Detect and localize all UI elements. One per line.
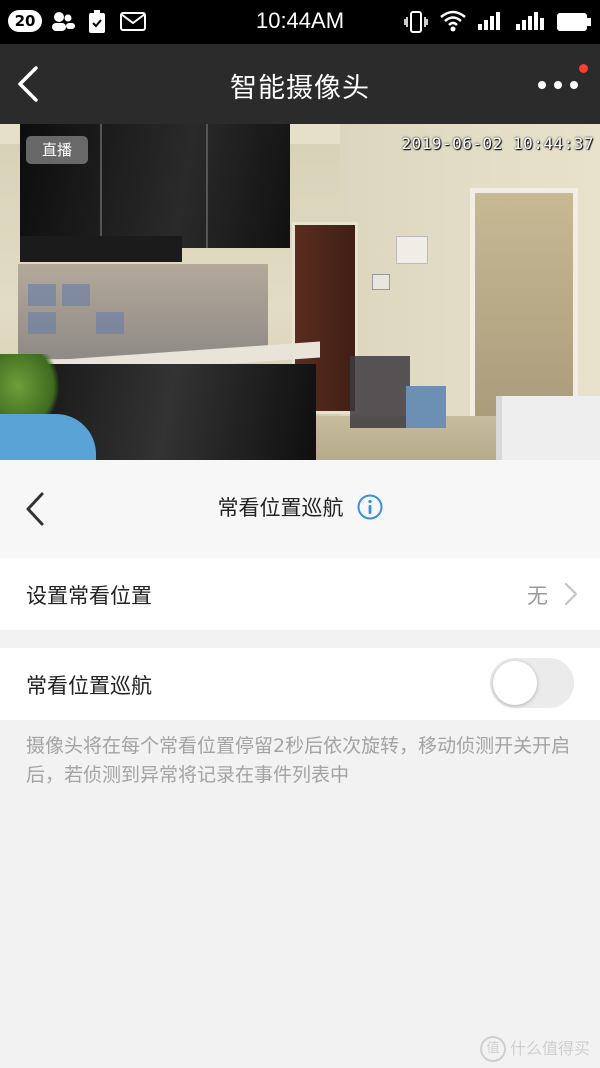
watermark: 值什么值得买 [479,1035,590,1062]
chevron-right-icon [564,582,578,606]
cruise-row: 常看位置巡航 [0,648,600,720]
feed-timestamp: 2019-06-02 10:44:37 [401,134,594,153]
tile [62,284,90,306]
live-badge: 直播 [26,136,88,164]
toggle-knob [493,661,537,705]
wall-switch [372,274,390,290]
camera-live-feed[interactable]: 直播 2019-06-02 10:44:37 [0,124,600,460]
sub-title-wrap: 常看位置巡航 [0,492,600,522]
status-bar: 20 10:44AM [0,0,600,44]
tile [28,312,56,334]
clock: 10:44AM [255,8,345,33]
signal-icon [478,12,500,30]
cabinet-seam [100,124,102,248]
wifi-icon [440,10,466,32]
set-position-label: 设置常看位置 [26,584,152,608]
watermark-text: 什么值得买 [509,1038,590,1058]
cabinet-seam [206,124,208,248]
cruise-label: 常看位置巡航 [26,674,152,698]
backsplash [18,264,268,359]
tile [96,312,124,334]
shoe-rack [350,356,410,428]
vibrate-icon [404,11,428,33]
wall-panel [396,236,428,264]
battery-icon [557,13,591,31]
range-hood [20,236,182,262]
sub-header: 常看位置巡航 [0,460,600,558]
section-title: 常看位置巡航 [217,496,344,520]
set-position-row[interactable]: 设置常看位置 无 [0,558,600,630]
watermark-logo: 值 [479,1036,506,1062]
cruise-toggle[interactable] [490,658,574,708]
tile [28,284,56,306]
app-header: 智能摄像头 [0,44,600,124]
cruise-description: 摄像头将在每个常看位置停留2秒后依次旋转，移动侦测开关开启后，若侦测到异常将记录… [26,735,571,786]
info-icon[interactable] [357,494,383,520]
chair [496,396,600,460]
set-position-value: 无 [527,584,548,608]
notification-dot [579,64,588,73]
storage-boxes [406,386,446,428]
more-icon[interactable] [534,70,584,100]
signal-r-icon [516,12,544,30]
page-title: 智能摄像头 [230,73,370,104]
